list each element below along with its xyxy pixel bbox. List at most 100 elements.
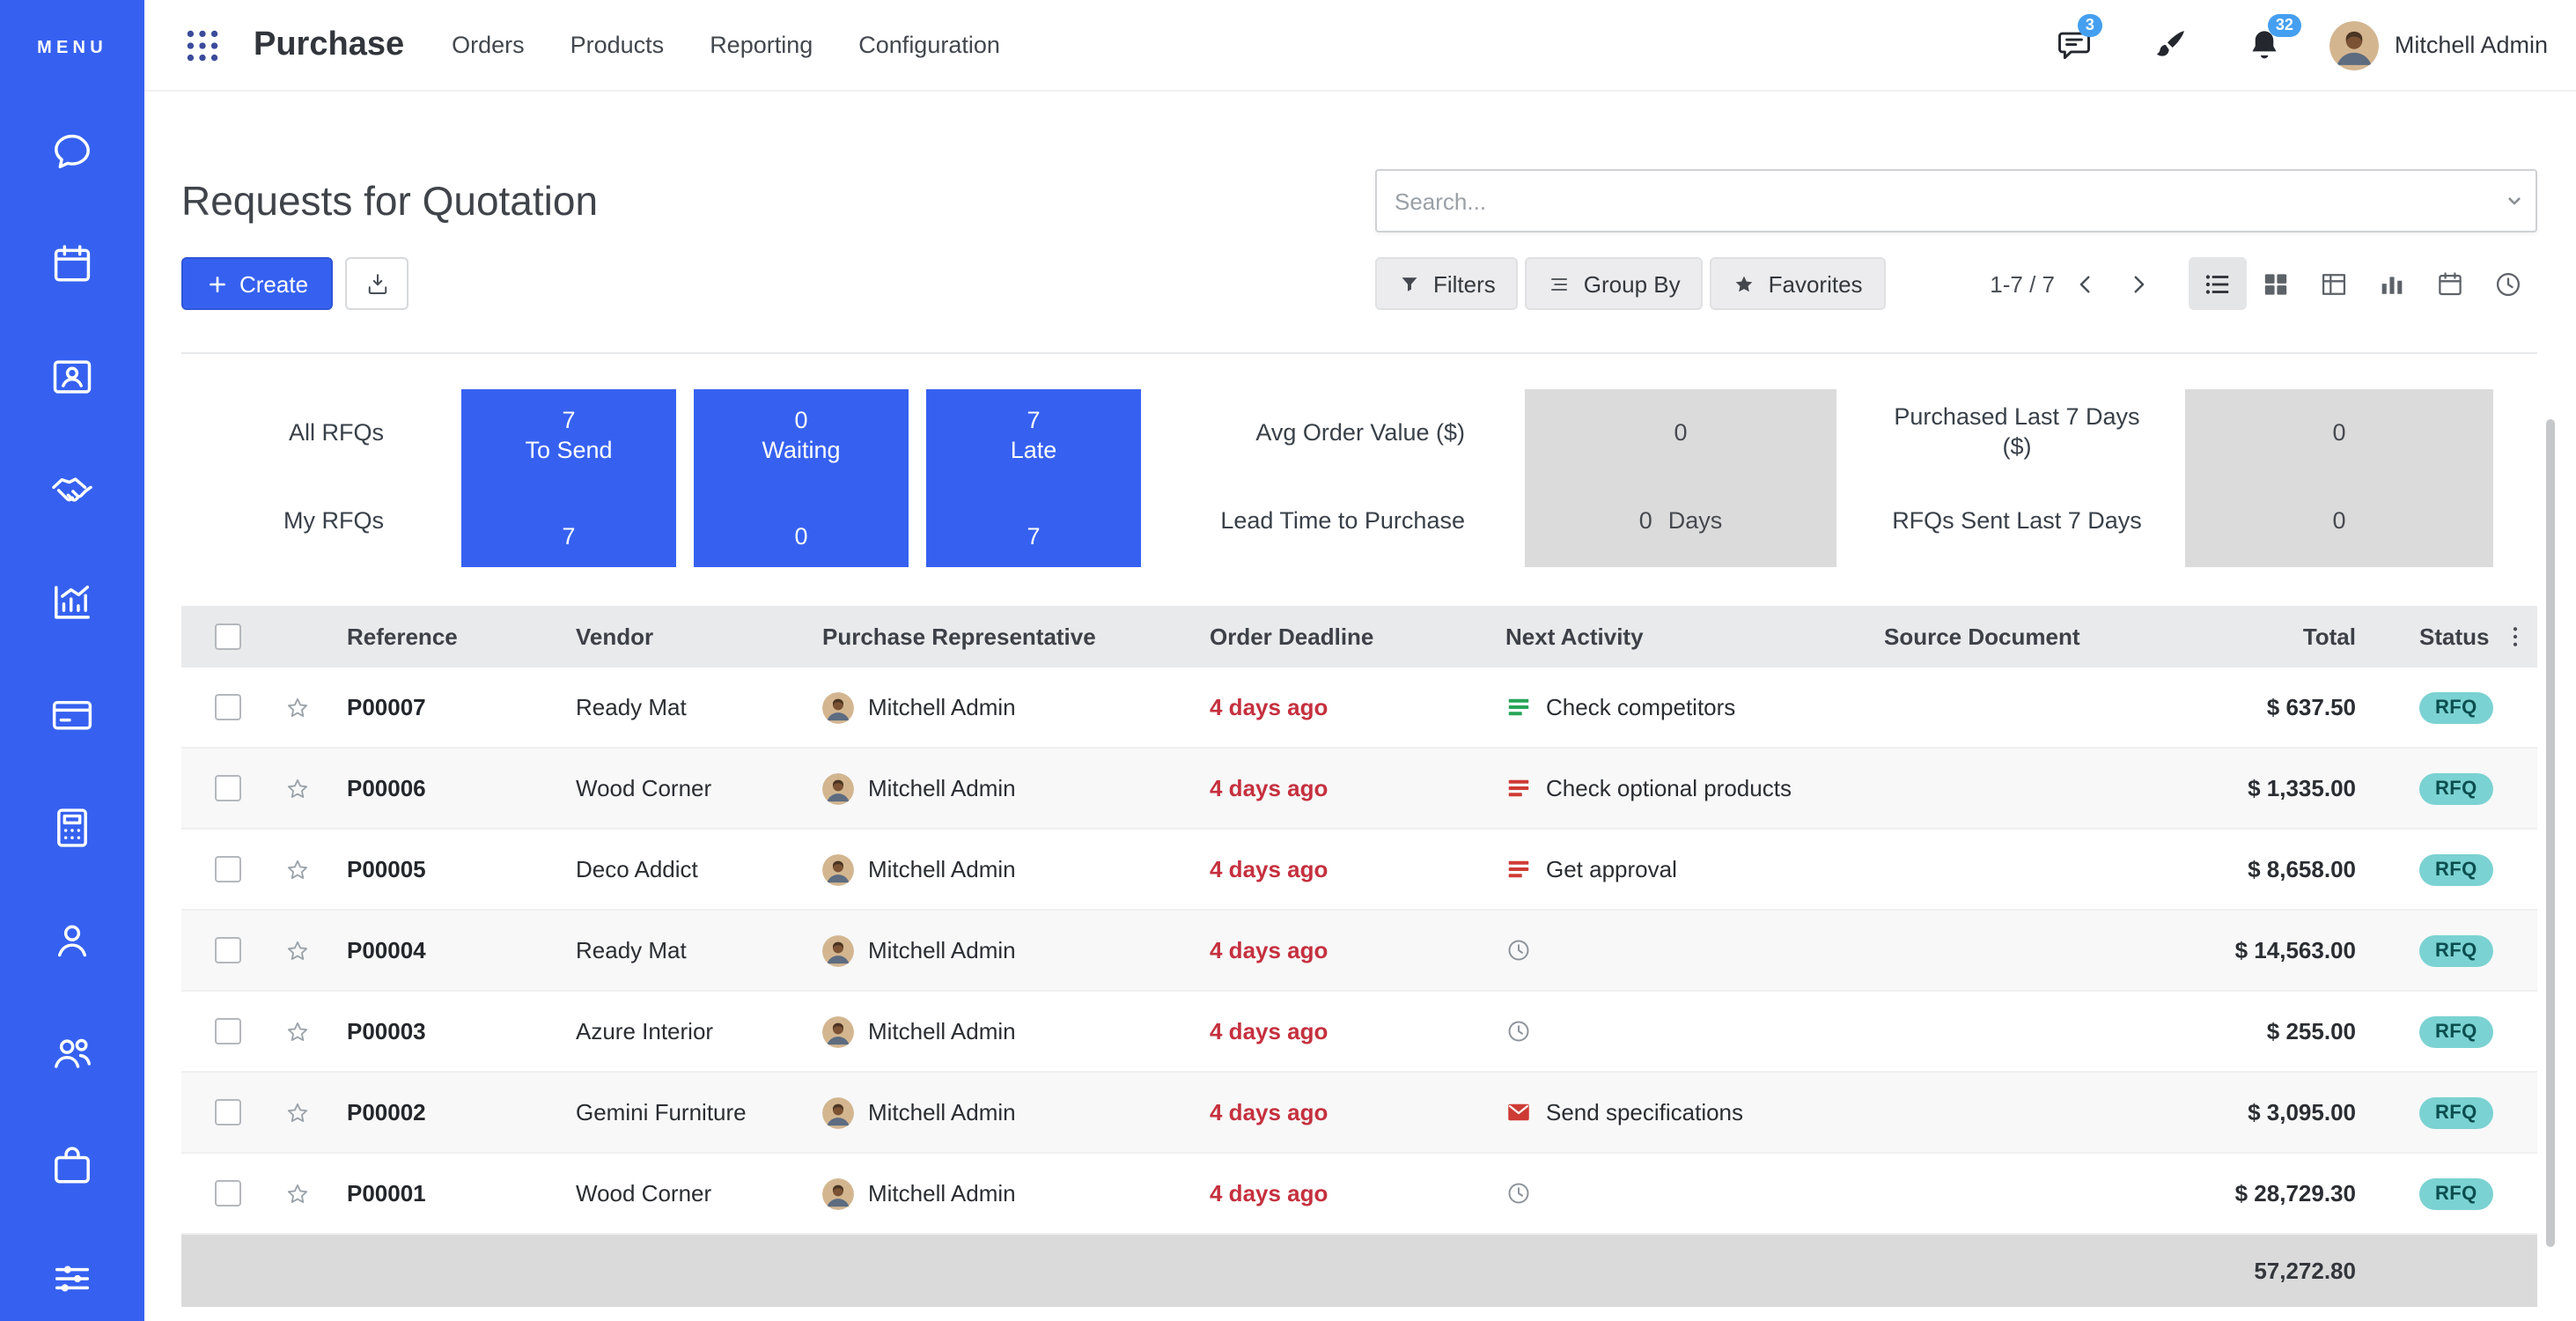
sidebar-app-handshake[interactable] [49,467,95,513]
view-graph-button[interactable] [2363,257,2421,310]
search-options-caret[interactable] [2502,188,2527,213]
next-activity-button[interactable]: Send specifications [1491,1099,1870,1125]
next-activity-button[interactable] [1491,1018,1870,1044]
next-activity-button[interactable]: Check optional products [1491,775,1870,801]
sidebar-app-users[interactable] [49,1030,95,1076]
user-menu[interactable]: Mitchell Admin [2329,20,2548,70]
lead-time-value: 0 [1639,506,1652,533]
select-all-checkbox[interactable] [215,624,241,650]
pager-previous-button[interactable] [2062,261,2108,306]
purchase-representative: Mitchell Admin [808,934,1196,966]
create-button[interactable]: Create [181,257,333,310]
sidebar-app-sliders[interactable] [49,1256,95,1302]
menu-reporting[interactable]: Reporting [687,0,835,91]
activity-icon-wrap [1505,856,1532,882]
row-checkbox[interactable] [215,1018,241,1044]
favorite-toggle[interactable] [269,1098,333,1126]
row-checkbox[interactable] [215,937,241,963]
table-row[interactable]: P00006 Wood Corner Mitchell Admin 4 days… [181,749,2537,830]
activity-icon-wrap [1505,1018,1532,1044]
row-checkbox[interactable] [215,1099,241,1125]
next-activity-button[interactable]: Check competitors [1491,694,1870,720]
sidebar-app-calculator[interactable] [49,805,95,851]
row-checkbox[interactable] [215,856,241,882]
avg-order-metrics-tile[interactable]: 0 0 Days [1525,389,1836,567]
next-activity-button[interactable] [1491,937,1870,963]
view-list-button[interactable] [2189,257,2247,310]
sidebar-app-calendar[interactable] [49,241,95,287]
menu-toggle[interactable]: MENU [37,39,107,58]
column-header-total[interactable]: Total [2196,606,2405,668]
favorite-toggle[interactable] [269,936,333,964]
sliders-icon [49,1256,95,1302]
status-badge: RFQ [2419,934,2493,966]
view-activity-button[interactable] [2479,257,2537,310]
view-pivot-button[interactable] [2305,257,2363,310]
dashboard-tile-late[interactable]: 7 Late 7 [926,389,1141,567]
table-row[interactable]: P00004 Ready Mat Mitchell Admin 4 days a… [181,911,2537,992]
my-rfqs-label[interactable]: My RFQs [181,474,384,565]
main-area: Purchase OrdersProductsReportingConfigur… [144,0,2576,1321]
search-input[interactable] [1375,169,2537,232]
row-checkbox[interactable] [215,694,241,720]
view-kanban-button[interactable] [2247,257,2305,310]
row-checkbox[interactable] [215,1180,241,1207]
favorite-toggle[interactable] [269,1179,333,1207]
apps-menu-button[interactable] [181,24,224,66]
last-7-days-metrics-tile[interactable]: 0 0 [2185,389,2493,567]
view-calendar-button[interactable] [2421,257,2479,310]
table-row[interactable]: P00002 Gemini Furniture Mitchell Admin 4… [181,1073,2537,1154]
column-header-representative[interactable]: Purchase Representative [808,624,1196,650]
table-row[interactable]: P00003 Azure Interior Mitchell Admin 4 d… [181,992,2537,1073]
all-rfqs-label[interactable]: All RFQs [181,389,384,474]
order-deadline: 4 days ago [1196,856,1491,882]
status-badge: RFQ [2419,691,2493,723]
navbar-systray: 3 32 Mitchell Admin [1998,20,2548,70]
favorite-toggle[interactable] [269,855,333,883]
group-by-button[interactable]: Group By [1526,257,1704,310]
table-row[interactable]: P00005 Deco Addict Mitchell Admin 4 days… [181,830,2537,911]
table-row[interactable]: P00001 Wood Corner Mitchell Admin 4 days… [181,1154,2537,1235]
favorite-toggle[interactable] [269,774,333,802]
vertical-scrollbar[interactable] [2546,419,2555,1247]
dashboard-tile-to-send[interactable]: 7 To Send 7 [461,389,676,567]
favorite-toggle[interactable] [269,693,333,721]
column-header-source[interactable]: Source Document [1870,624,2196,650]
tile-label: Waiting [762,435,840,467]
row-checkbox[interactable] [215,775,241,801]
favorite-toggle[interactable] [269,1017,333,1045]
sidebar-app-chart[interactable] [49,579,95,625]
table-row[interactable]: P00007 Ready Mat Mitchell Admin 4 days a… [181,668,2537,749]
sidebar-app-user[interactable] [49,918,95,963]
vendor-name: Ready Mat [562,694,808,720]
sidebar-app-contact-card[interactable] [49,354,95,400]
group-by-icon-wrap [1549,272,1571,295]
export-button[interactable] [345,257,408,310]
activities-bell-button[interactable]: 32 [2245,26,2284,64]
next-activity-button[interactable]: Get approval [1491,856,1870,882]
filters-button[interactable]: Filters [1375,257,1519,310]
column-header-activity[interactable]: Next Activity [1491,624,1870,650]
page-title: Requests for Quotation [181,177,598,225]
messages-button[interactable]: 3 [2055,26,2094,64]
menu-orders[interactable]: Orders [429,0,548,91]
dashboard-tile-waiting[interactable]: 0 Waiting 0 [694,389,909,567]
total-amount: $ 3,095.00 [2196,1072,2405,1153]
tile-my-rfqs-value: 7 [1027,523,1040,550]
sidebar-app-briefcase[interactable] [49,1143,95,1189]
sidebar-app-chat[interactable] [49,129,95,174]
favorites-button[interactable]: Favorites [1711,257,1886,310]
column-header-vendor[interactable]: Vendor [562,624,808,650]
optional-columns-button[interactable] [2495,614,2534,660]
next-activity-button[interactable] [1491,1180,1870,1207]
menu-configuration[interactable]: Configuration [835,0,1023,91]
menu-products[interactable]: Products [548,0,688,91]
app-title[interactable]: Purchase [254,26,404,64]
user-avatar-wrap [2329,20,2379,70]
sidebar-app-credit-card[interactable] [49,692,95,738]
column-header-reference[interactable]: Reference [333,624,562,650]
avatar-icon [2329,20,2379,70]
pager-next-button[interactable] [2115,261,2160,306]
column-header-deadline[interactable]: Order Deadline [1196,624,1491,650]
theme-brush-button[interactable] [2150,26,2189,64]
